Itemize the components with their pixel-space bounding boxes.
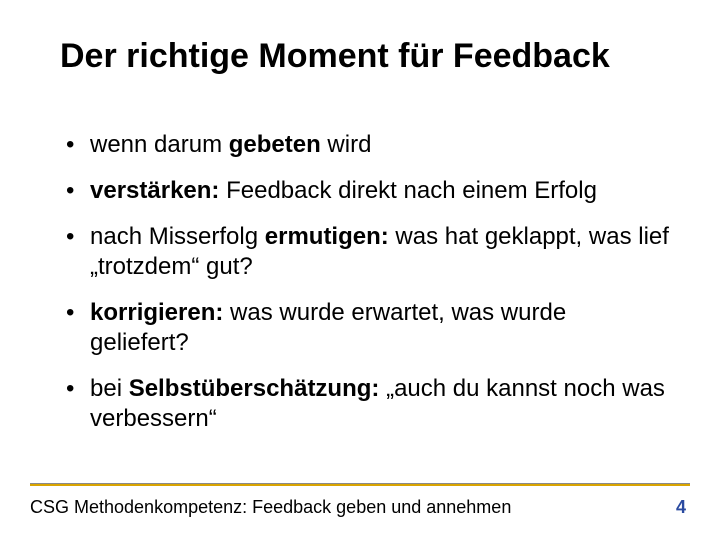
- bullet-item: wenn darum gebeten wird: [60, 130, 670, 160]
- bullet-item: nach Misserfolg ermutigen: was hat gekla…: [60, 222, 670, 282]
- page-number: 4: [676, 497, 686, 518]
- bullet-text-pre: nach Misserfolg: [90, 223, 265, 250]
- bullet-text-post: Feedback direkt nach einem Erfolg: [219, 177, 597, 204]
- bullet-item: bei Selbstüberschätzung: „auch du kannst…: [60, 374, 670, 434]
- bullet-list: wenn darum gebeten wird verstärken: Feed…: [60, 130, 670, 434]
- bullet-text-post: wird: [321, 131, 372, 158]
- footer-divider: [30, 483, 690, 486]
- slide-body: wenn darum gebeten wird verstärken: Feed…: [60, 130, 670, 450]
- bullet-text-bold: korrigieren:: [90, 299, 223, 326]
- bullet-item: verstärken: Feedback direkt nach einem E…: [60, 176, 670, 206]
- bullet-text-bold: ermutigen:: [265, 223, 389, 250]
- bullet-text-pre: bei: [90, 375, 129, 402]
- bullet-text-bold: Selbstüberschätzung:: [129, 375, 380, 402]
- bullet-text-pre: wenn darum: [90, 131, 229, 158]
- footer-text: CSG Methodenkompetenz: Feedback geben un…: [30, 497, 511, 518]
- slide-title: Der richtige Moment für Feedback: [60, 36, 670, 77]
- slide: Der richtige Moment für Feedback wenn da…: [0, 0, 720, 540]
- bullet-item: korrigieren: was wurde erwartet, was wur…: [60, 298, 670, 358]
- bullet-text-bold: verstärken:: [90, 177, 219, 204]
- bullet-text-bold: gebeten: [229, 131, 321, 158]
